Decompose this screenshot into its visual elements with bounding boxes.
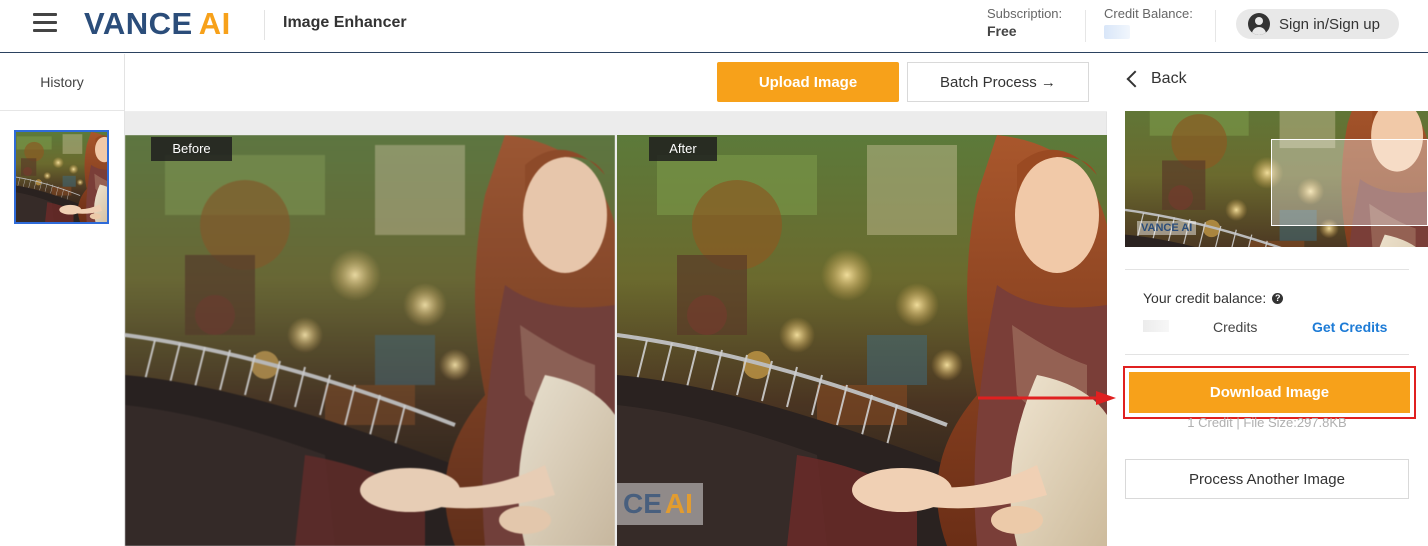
help-icon[interactable]: ? [1272,292,1284,304]
image-watermark: CE AI [617,483,703,525]
header-divider [264,10,265,40]
before-image [125,135,615,546]
get-credits-link[interactable]: Get Credits [1312,319,1387,335]
header-separator [1215,10,1216,42]
divider [1125,354,1409,355]
history-title: History [0,54,124,111]
right-panel: Back VANCE AI Your credit balance: ? Cre… [1108,54,1428,546]
after-panel[interactable]: After CE AI [617,135,1107,546]
before-panel[interactable]: Before [125,135,615,546]
credit-count-blurred [1143,320,1169,332]
user-circle-icon [1248,13,1270,35]
before-after-compare: Before After CE AI [125,112,1107,546]
result-preview[interactable]: VANCE AI [1125,111,1428,247]
history-thumbnail[interactable] [14,130,109,224]
sign-in-label: Sign in/Sign up [1279,15,1380,33]
credits-label: Credits [1213,319,1258,335]
upload-image-button[interactable]: Upload Image [717,62,899,102]
download-cost-info: 1 Credit | File Size:297.8KB [1187,415,1347,430]
credit-balance-text: Your credit balance: [1143,290,1267,306]
header-separator [1085,10,1086,42]
subscription-info: Subscription: Free [987,6,1062,39]
credit-balance-heading: Your credit balance: ? [1143,290,1284,306]
top-header: VANCE AI Image Enhancer Subscription: Fre… [0,0,1428,53]
sign-in-button[interactable]: Sign in/Sign up [1236,9,1399,39]
back-label: Back [1151,70,1187,87]
history-sidebar: History [0,54,125,546]
subscription-label: Subscription: [987,6,1063,21]
credit-balance-value-blurred [1104,25,1130,39]
chevron-left-icon [1126,70,1144,88]
credit-balance-label: Credit Balance: [1104,6,1193,21]
download-image-button[interactable]: Download Image [1129,372,1410,413]
batch-process-button[interactable]: Batch Process → [907,62,1089,102]
toolbar: Upload Image Batch Process → [125,54,1107,112]
preview-watermark: VANCE AI [1137,221,1197,235]
red-arrow-annotation [978,391,1116,405]
subscription-value: Free [987,23,1017,39]
history-thumbnail-image [16,132,107,222]
vanceai-logo[interactable]: VANCE AI [84,5,231,43]
process-another-image-button[interactable]: Process Another Image [1125,459,1409,499]
credit-balance-info: Credit Balance: [1104,6,1193,39]
before-label: Before [151,137,232,161]
preview-viewport-frame[interactable] [1271,139,1428,226]
after-label: After [649,137,717,161]
app-name: Image Enhancer [283,14,407,31]
divider [1125,269,1409,270]
back-button[interactable]: Back [1125,70,1187,88]
hamburger-menu-icon[interactable] [33,13,57,33]
